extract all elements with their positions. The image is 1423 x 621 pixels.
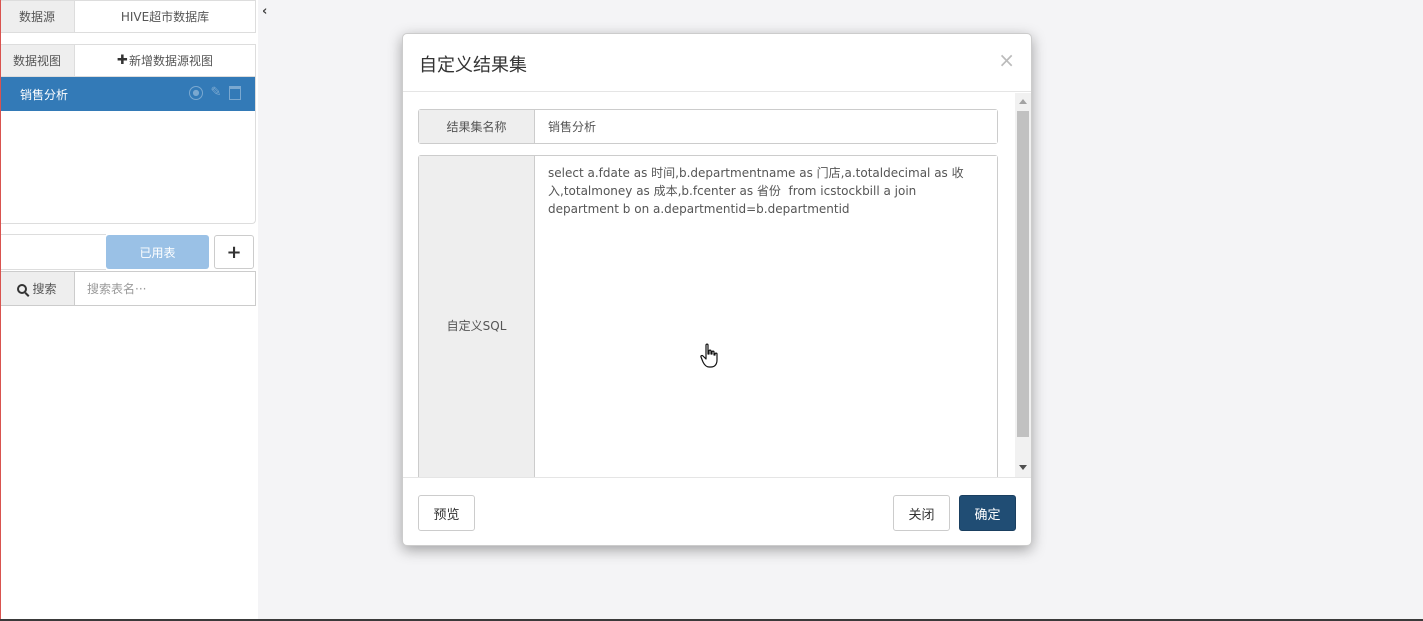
datasource-label: 数据源 [0,1,75,32]
preview-button[interactable]: 预览 [418,495,475,531]
result-set-name-input[interactable] [535,110,997,143]
dialog-scrollbar[interactable] [1015,93,1031,477]
table-search: 搜索 [0,271,256,306]
settings-icon[interactable]: ● [189,86,203,100]
window-left-border [0,0,1,621]
app-window: 数据源 HIVE超市数据库 数据视图 ✚ 新增数据源视图 销售分析 ● ✎ 已用… [0,0,1423,621]
search-input[interactable] [75,272,255,305]
close-icon[interactable]: × [998,48,1015,72]
add-table-button[interactable]: + [214,235,254,269]
scroll-up-icon[interactable] [1019,99,1027,104]
custom-sql-textarea[interactable] [535,156,997,477]
dialog-title: 自定义结果集 [419,55,527,76]
dataview-label: 数据视图 [0,45,75,76]
plus-icon: ✚ [117,53,128,68]
view-item-actions: ● ✎ [189,86,241,100]
add-view-button[interactable]: ✚ 新增数据源视图 [75,45,255,76]
tab-used-tables[interactable]: 已用表 [106,235,209,269]
custom-sql-label: 自定义SQL [419,156,535,477]
close-button[interactable]: 关闭 [893,495,950,531]
search-button[interactable]: 搜索 [0,272,75,305]
sidebar: 数据源 HIVE超市数据库 数据视图 ✚ 新增数据源视图 销售分析 ● ✎ 已用… [0,0,258,619]
table-tabs: 已用表 + [0,234,256,270]
datasource-row: 数据源 HIVE超市数据库 [0,0,256,33]
hand-cursor-icon [700,343,718,368]
result-set-name-row: 结果集名称 [418,109,998,144]
search-icon [17,283,28,294]
edit-icon[interactable]: ✎ [209,86,223,100]
result-set-name-label: 结果集名称 [419,110,535,143]
custom-sql-row: 自定义SQL [418,155,998,477]
dialog-footer: 预览 关闭 确定 [403,477,1031,545]
add-view-label: 新增数据源视图 [128,54,213,68]
datasource-select[interactable]: HIVE超市数据库 [75,1,255,32]
view-list: 销售分析 ● ✎ [0,77,256,224]
scroll-thumb[interactable] [1017,111,1029,437]
trash-icon[interactable] [229,86,241,100]
custom-result-set-dialog: 自定义结果集 × 结果集名称 自定义SQL 预览 关闭 确定 [402,33,1032,546]
search-label: 搜索 [32,282,57,296]
view-item-label: 销售分析 [20,87,69,102]
view-item-sales-analysis[interactable]: 销售分析 ● ✎ [0,77,255,111]
dialog-header: 自定义结果集 × [403,34,1031,92]
dataview-row: 数据视图 ✚ 新增数据源视图 [0,44,256,77]
confirm-button[interactable]: 确定 [959,495,1016,531]
scroll-down-icon[interactable] [1019,465,1027,470]
collapse-sidebar-icon[interactable]: ‹ [262,4,267,19]
dialog-body: 结果集名称 自定义SQL [403,93,1031,477]
tab-all-tables[interactable] [0,234,106,270]
